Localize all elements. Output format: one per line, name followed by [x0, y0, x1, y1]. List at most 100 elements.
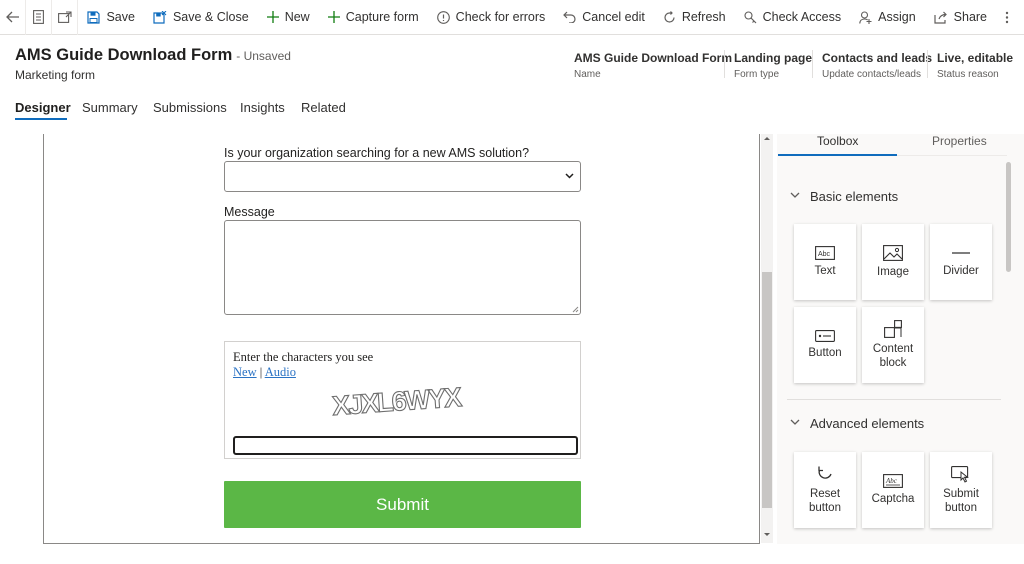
refresh-button[interactable]: Refresh [654, 0, 735, 35]
toolbox-tile-button[interactable]: Button [794, 307, 856, 383]
toolbox-tile-content-block[interactable]: Content block [862, 307, 924, 383]
page-title: AMS Guide Download Form - Unsaved [15, 46, 291, 65]
person-icon [859, 10, 872, 24]
cancel-edit-button[interactable]: Cancel edit [554, 0, 654, 35]
header-field-label: Update contacts/leads [822, 69, 921, 80]
plus-icon [327, 11, 340, 23]
header-field-label: Name [574, 69, 601, 80]
divider-icon [952, 252, 970, 254]
document-icon [33, 10, 45, 24]
command-bar: Save Save & Close New Capture form Check… [0, 0, 1024, 35]
undo-icon [563, 11, 576, 23]
tile-label: Divider [943, 265, 979, 277]
toolbox-tile-image[interactable]: Image [862, 224, 924, 300]
tile-label: Button [808, 347, 842, 359]
tab-submissions[interactable]: Submissions [153, 100, 227, 115]
cancel-edit-label: Cancel edit [582, 10, 645, 24]
back-button[interactable] [0, 0, 27, 35]
tab-related[interactable]: Related [301, 100, 346, 115]
captcha-input[interactable] [233, 436, 578, 455]
toolbox-tile-text[interactable]: Abc Text [794, 224, 856, 300]
tab-toolbox[interactable]: Toolbox [817, 134, 858, 148]
chevron-down-icon[interactable] [790, 192, 800, 199]
more-commands-button[interactable] [996, 0, 1024, 35]
new-button[interactable]: New [258, 0, 319, 35]
toolbox-tile-submit-button[interactable]: Submit button [930, 452, 992, 528]
share-label: Share [953, 10, 988, 24]
basic-elements-header[interactable]: Basic elements [810, 189, 898, 204]
toolbox-tile-captcha[interactable]: Abc Captcha [862, 452, 924, 528]
header-separator [724, 50, 725, 78]
tile-label: Image [877, 266, 909, 278]
header-field-form-type: Landing page Form type [734, 51, 812, 80]
captcha-link-separator: | [259, 365, 263, 379]
plus-icon [266, 11, 279, 23]
form-view-button[interactable] [26, 0, 53, 35]
tile-label: Reset button [809, 488, 841, 514]
tab-summary[interactable]: Summary [82, 100, 138, 115]
scroll-down-icon[interactable] [763, 532, 771, 538]
more-vertical-icon [1005, 11, 1009, 23]
check-errors-button[interactable]: Check for errors [428, 0, 555, 35]
captcha-icon: Abc [883, 474, 903, 488]
tab-properties[interactable]: Properties [932, 134, 987, 148]
organization-searching-select[interactable] [224, 161, 581, 192]
check-errors-label: Check for errors [455, 10, 546, 24]
captcha-image: XJXL6WYX [331, 382, 464, 420]
svg-text:Abc: Abc [818, 251, 831, 258]
check-access-button[interactable]: Check Access [735, 0, 851, 35]
check-access-label: Check Access [762, 10, 842, 24]
chevron-down-icon[interactable] [790, 419, 800, 426]
question-label: Is your organization searching for a new… [224, 146, 530, 160]
save-label: Save [106, 10, 135, 24]
header-separator [927, 50, 928, 78]
scroll-up-icon[interactable] [763, 135, 771, 141]
message-textarea[interactable] [224, 220, 581, 315]
advanced-elements-header[interactable]: Advanced elements [810, 416, 924, 431]
header-field-label: Form type [734, 69, 780, 80]
header-field-value: Live, editable [937, 51, 1014, 65]
image-icon [883, 245, 903, 261]
header-field-value: Landing page [734, 51, 812, 65]
toolbox-tile-reset-button[interactable]: Reset button [794, 452, 856, 528]
section-divider [787, 399, 1001, 400]
capture-form-button[interactable]: Capture form [319, 0, 428, 35]
header-separator [812, 50, 813, 78]
header-field-name: AMS Guide Download Form Name [574, 51, 732, 80]
tile-label: Submit button [943, 487, 979, 514]
refresh-label: Refresh [681, 10, 726, 24]
key-icon [744, 10, 757, 23]
header-field-label: Status reason [937, 69, 999, 80]
tab-insights[interactable]: Insights [240, 100, 285, 115]
captcha-new-link[interactable]: New [233, 365, 257, 379]
toolbox-scrollbar-thumb[interactable] [1006, 162, 1011, 272]
svg-text:Abc: Abc [885, 477, 898, 485]
assign-label: Assign [878, 10, 916, 24]
header-field-value: Contacts and leads [822, 51, 933, 65]
submit-button-icon [951, 465, 969, 483]
canvas-scrollbar-thumb[interactable] [762, 272, 772, 508]
entity-type-label: Marketing form [15, 68, 96, 82]
save-close-icon [153, 10, 167, 24]
save-close-button[interactable]: Save & Close [144, 0, 258, 35]
save-button[interactable]: Save [78, 0, 144, 35]
button-icon [815, 330, 835, 342]
toolbox-tile-divider[interactable]: Divider [930, 224, 992, 300]
resize-grip-icon[interactable] [572, 306, 579, 313]
tab-designer[interactable]: Designer [15, 100, 71, 115]
new-label: New [284, 10, 310, 24]
content-block-icon [884, 320, 902, 338]
form-title: AMS Guide Download Form [15, 46, 233, 64]
captcha-audio-link[interactable]: Audio [265, 365, 296, 379]
submit-button[interactable]: Submit [224, 481, 581, 528]
popout-icon [57, 11, 72, 23]
text-field-icon: Abc [815, 246, 835, 260]
assign-button[interactable]: Assign [850, 0, 925, 35]
popout-button[interactable] [52, 0, 79, 35]
save-close-label: Save & Close [172, 10, 249, 24]
info-circle-icon [436, 10, 450, 24]
captcha-text: XJXL6WYX [331, 382, 463, 420]
header-field-update-contacts: Contacts and leads Update contacts/leads [822, 51, 932, 80]
share-button[interactable]: Share [925, 0, 996, 35]
message-label: Message [224, 205, 275, 219]
